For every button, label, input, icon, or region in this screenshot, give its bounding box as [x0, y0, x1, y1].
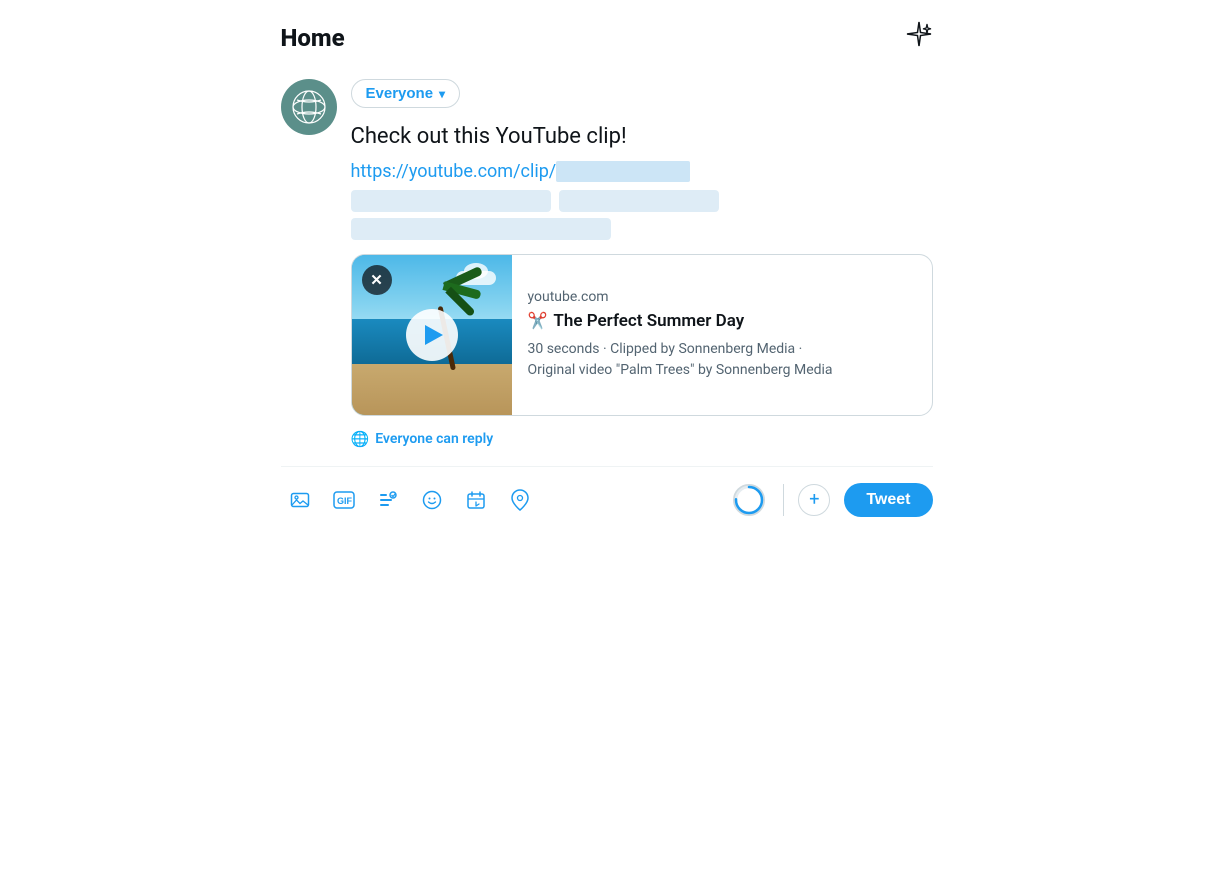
url-preview-blocks [351, 190, 933, 240]
toolbar-vertical-divider [783, 484, 784, 516]
play-button[interactable] [406, 309, 458, 361]
image-icon-button[interactable] [281, 481, 319, 519]
preview-source: youtube.com [528, 289, 916, 305]
char-counter [733, 484, 765, 516]
audience-label: Everyone [366, 85, 434, 102]
preview-meta-line1: 30 seconds · Clipped by Sonnenberg Media… [528, 341, 803, 357]
page-title: Home [281, 24, 345, 52]
svg-text:GIF: GIF [337, 496, 353, 506]
emoji-icon-button[interactable] [413, 481, 451, 519]
link-text: https://youtube.com/clip/ [351, 161, 557, 182]
globe-icon: 🌐 [351, 430, 370, 448]
preview-meta-line2: Original video "Palm Trees" by Sonnenber… [528, 362, 833, 378]
add-tweet-button[interactable]: + [798, 484, 830, 516]
preview-info: youtube.com ✂️ The Perfect Summer Day 30… [512, 255, 932, 415]
preview-thumbnail: ✕ [352, 255, 512, 415]
close-icon: ✕ [370, 271, 383, 289]
tweet-body-text[interactable]: Check out this YouTube clip! [351, 122, 933, 153]
plus-icon: + [809, 489, 819, 510]
preview-meta: 30 seconds · Clipped by Sonnenberg Media… [528, 339, 916, 381]
tweet-toolbar: GIF [281, 481, 933, 519]
char-counter-arc-svg [733, 484, 765, 516]
blurred-block-3 [351, 218, 611, 240]
location-icon-button[interactable] [501, 481, 539, 519]
avatar [281, 79, 337, 135]
schedule-icon-button[interactable] [457, 481, 495, 519]
toolbar-icon-group: GIF [281, 481, 730, 519]
gif-icon-button[interactable]: GIF [325, 481, 363, 519]
link-selected-portion [556, 161, 690, 182]
toolbar-divider-line [281, 466, 933, 467]
tweet-link[interactable]: https://youtube.com/clip/ [351, 159, 933, 184]
tweet-submit-button[interactable]: Tweet [844, 483, 932, 517]
link-preview-card: ✕ youtube.com ✂️ The Perfect Summer Day … [351, 254, 933, 416]
preview-title-text: The Perfect Summer Day [553, 311, 744, 331]
close-preview-button[interactable]: ✕ [362, 265, 392, 295]
tweet-composer: Everyone ▾ Check out this YouTube clip! … [281, 79, 933, 519]
palm-leaves [443, 274, 483, 306]
sparkle-icon[interactable] [905, 20, 933, 55]
blurred-block-1 [351, 190, 551, 212]
beach-sand-bg [352, 364, 512, 415]
thread-icon-button[interactable] [369, 481, 407, 519]
page-header: Home [281, 20, 933, 55]
chevron-down-icon: ▾ [439, 87, 445, 101]
blurred-block-2 [559, 190, 719, 212]
reply-permission-label: Everyone can reply [375, 431, 493, 447]
audience-dropdown[interactable]: Everyone ▾ [351, 79, 461, 108]
preview-title: ✂️ The Perfect Summer Day [528, 311, 916, 331]
reply-permission[interactable]: 🌐 Everyone can reply [351, 430, 933, 448]
toolbar-right: + Tweet [733, 483, 932, 517]
scissors-icon: ✂️ [528, 311, 548, 330]
